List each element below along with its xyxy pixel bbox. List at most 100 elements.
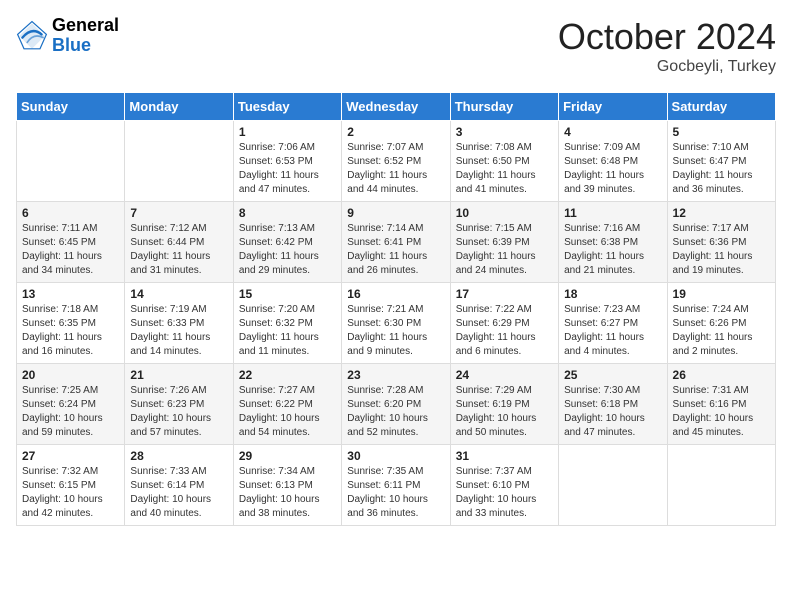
column-header-friday: Friday [559, 93, 667, 121]
calendar-cell: 12 Sunrise: 7:17 AM Sunset: 6:36 PM Dayli… [667, 202, 775, 283]
day-number: 21 [130, 368, 227, 382]
calendar-cell: 6Sunrise: 7:11 AM Sunset: 6:45 PM Daylig… [17, 202, 125, 283]
calendar-cell: 4Sunrise: 7:09 AM Sunset: 6:48 PM Daylig… [559, 121, 667, 202]
day-number: 23 [347, 368, 444, 382]
day-number: 20 [22, 368, 119, 382]
calendar-cell: 30 Sunrise: 7:35 AM Sunset: 6:11 PM Dayli… [342, 445, 450, 526]
calendar-cell: 11Sunrise: 7:16 AM Sunset: 6:38 PM Dayli… [559, 202, 667, 283]
calendar-cell: 19Sunrise: 7:24 AM Sunset: 6:26 PM Dayli… [667, 283, 775, 364]
day-info: Sunrise: 7:11 AM Sunset: 6:45 PM Dayligh… [22, 222, 119, 278]
day-info: Sunrise: 7:29 AM Sunset: 6:19 PM Dayligh… [456, 384, 553, 440]
calendar-cell: 10Sunrise: 7:15 AM Sunset: 6:39 PM Dayli… [450, 202, 558, 283]
column-header-saturday: Saturday [667, 93, 775, 121]
day-info: Sunrise: 7:14 AM Sunset: 6:41 PM Dayligh… [347, 222, 444, 278]
day-info: Sunrise: 7:26 AM Sunset: 6:23 PM Dayligh… [130, 384, 227, 440]
day-info: Sunrise: 7:18 AM Sunset: 6:35 PM Dayligh… [22, 303, 119, 359]
day-number: 24 [456, 368, 553, 382]
column-header-tuesday: Tuesday [233, 93, 341, 121]
day-info: Sunrise: 7:22 AM Sunset: 6:29 PM Dayligh… [456, 303, 553, 359]
day-number: 30 [347, 449, 444, 463]
day-number: 22 [239, 368, 336, 382]
calendar-cell: 26Sunrise: 7:31 AM Sunset: 6:16 PM Dayli… [667, 364, 775, 445]
location-title: Gocbeyli, Turkey [558, 58, 776, 76]
day-info: Sunrise: 7:15 AM Sunset: 6:39 PM Dayligh… [456, 222, 553, 278]
day-number: 5 [673, 125, 770, 139]
day-number: 12 [673, 206, 770, 220]
calendar-cell: 20 Sunrise: 7:25 AM Sunset: 6:24 PM Dayli… [17, 364, 125, 445]
calendar-cell: 9 Sunrise: 7:14 AM Sunset: 6:41 PM Daylig… [342, 202, 450, 283]
calendar-cell: 22Sunrise: 7:27 AM Sunset: 6:22 PM Dayli… [233, 364, 341, 445]
day-number: 7 [130, 206, 227, 220]
calendar-cell: 13 Sunrise: 7:18 AM Sunset: 6:35 PM Dayli… [17, 283, 125, 364]
calendar-cell [125, 121, 233, 202]
title-block: October 2024 Gocbeyli, Turkey [558, 16, 776, 76]
calendar-week-row: 13 Sunrise: 7:18 AM Sunset: 6:35 PM Dayli… [17, 283, 776, 364]
day-number: 27 [22, 449, 119, 463]
calendar-cell: 25 Sunrise: 7:30 AM Sunset: 6:18 PM Dayli… [559, 364, 667, 445]
calendar-cell: 14Sunrise: 7:19 AM Sunset: 6:33 PM Dayli… [125, 283, 233, 364]
calendar-cell: 8 Sunrise: 7:13 AM Sunset: 6:42 PM Daylig… [233, 202, 341, 283]
column-header-monday: Monday [125, 93, 233, 121]
day-info: Sunrise: 7:34 AM Sunset: 6:13 PM Dayligh… [239, 465, 336, 521]
calendar-week-row: 6Sunrise: 7:11 AM Sunset: 6:45 PM Daylig… [17, 202, 776, 283]
calendar-cell: 24 Sunrise: 7:29 AM Sunset: 6:19 PM Dayli… [450, 364, 558, 445]
calendar-cell [559, 445, 667, 526]
calendar-cell: 18 Sunrise: 7:23 AM Sunset: 6:27 PM Dayli… [559, 283, 667, 364]
day-number: 4 [564, 125, 661, 139]
day-info: Sunrise: 7:13 AM Sunset: 6:42 PM Dayligh… [239, 222, 336, 278]
calendar-week-row: 20 Sunrise: 7:25 AM Sunset: 6:24 PM Dayli… [17, 364, 776, 445]
calendar-cell: 21 Sunrise: 7:26 AM Sunset: 6:23 PM Dayli… [125, 364, 233, 445]
day-number: 15 [239, 287, 336, 301]
day-number: 31 [456, 449, 553, 463]
day-info: Sunrise: 7:08 AM Sunset: 6:50 PM Dayligh… [456, 141, 553, 197]
day-number: 3 [456, 125, 553, 139]
day-number: 29 [239, 449, 336, 463]
day-number: 16 [347, 287, 444, 301]
day-number: 25 [564, 368, 661, 382]
column-header-thursday: Thursday [450, 93, 558, 121]
logo-icon [16, 20, 48, 52]
day-info: Sunrise: 7:35 AM Sunset: 6:11 PM Dayligh… [347, 465, 444, 521]
day-number: 18 [564, 287, 661, 301]
day-info: Sunrise: 7:10 AM Sunset: 6:47 PM Dayligh… [673, 141, 770, 197]
day-info: Sunrise: 7:24 AM Sunset: 6:26 PM Dayligh… [673, 303, 770, 359]
calendar-cell [667, 445, 775, 526]
calendar-table: SundayMondayTuesdayWednesdayThursdayFrid… [16, 92, 776, 526]
day-info: Sunrise: 7:12 AM Sunset: 6:44 PM Dayligh… [130, 222, 227, 278]
day-number: 9 [347, 206, 444, 220]
calendar-cell: 7 Sunrise: 7:12 AM Sunset: 6:44 PM Daylig… [125, 202, 233, 283]
calendar-header-row: SundayMondayTuesdayWednesdayThursdayFrid… [17, 93, 776, 121]
day-info: Sunrise: 7:06 AM Sunset: 6:53 PM Dayligh… [239, 141, 336, 197]
calendar-cell: 16Sunrise: 7:21 AM Sunset: 6:30 PM Dayli… [342, 283, 450, 364]
day-number: 2 [347, 125, 444, 139]
calendar-cell: 28 Sunrise: 7:33 AM Sunset: 6:14 PM Dayli… [125, 445, 233, 526]
calendar-cell: 31 Sunrise: 7:37 AM Sunset: 6:10 PM Dayli… [450, 445, 558, 526]
day-info: Sunrise: 7:17 AM Sunset: 6:36 PM Dayligh… [673, 222, 770, 278]
day-number: 11 [564, 206, 661, 220]
calendar-cell: 27 Sunrise: 7:32 AM Sunset: 6:15 PM Dayli… [17, 445, 125, 526]
day-number: 8 [239, 206, 336, 220]
column-header-sunday: Sunday [17, 93, 125, 121]
day-info: Sunrise: 7:33 AM Sunset: 6:14 PM Dayligh… [130, 465, 227, 521]
day-number: 14 [130, 287, 227, 301]
calendar-cell: 15Sunrise: 7:20 AM Sunset: 6:32 PM Dayli… [233, 283, 341, 364]
calendar-cell: 5 Sunrise: 7:10 AM Sunset: 6:47 PM Daylig… [667, 121, 775, 202]
day-info: Sunrise: 7:25 AM Sunset: 6:24 PM Dayligh… [22, 384, 119, 440]
day-number: 13 [22, 287, 119, 301]
day-info: Sunrise: 7:32 AM Sunset: 6:15 PM Dayligh… [22, 465, 119, 521]
logo: General Blue [16, 16, 119, 56]
calendar-cell [17, 121, 125, 202]
calendar-week-row: 27 Sunrise: 7:32 AM Sunset: 6:15 PM Dayli… [17, 445, 776, 526]
month-year-title: October 2024 [558, 16, 776, 58]
calendar-cell: 2Sunrise: 7:07 AM Sunset: 6:52 PM Daylig… [342, 121, 450, 202]
calendar-cell: 23Sunrise: 7:28 AM Sunset: 6:20 PM Dayli… [342, 364, 450, 445]
day-number: 28 [130, 449, 227, 463]
day-number: 17 [456, 287, 553, 301]
day-number: 1 [239, 125, 336, 139]
calendar-cell: 29 Sunrise: 7:34 AM Sunset: 6:13 PM Dayli… [233, 445, 341, 526]
day-info: Sunrise: 7:37 AM Sunset: 6:10 PM Dayligh… [456, 465, 553, 521]
column-header-wednesday: Wednesday [342, 93, 450, 121]
day-info: Sunrise: 7:30 AM Sunset: 6:18 PM Dayligh… [564, 384, 661, 440]
day-info: Sunrise: 7:23 AM Sunset: 6:27 PM Dayligh… [564, 303, 661, 359]
day-number: 26 [673, 368, 770, 382]
